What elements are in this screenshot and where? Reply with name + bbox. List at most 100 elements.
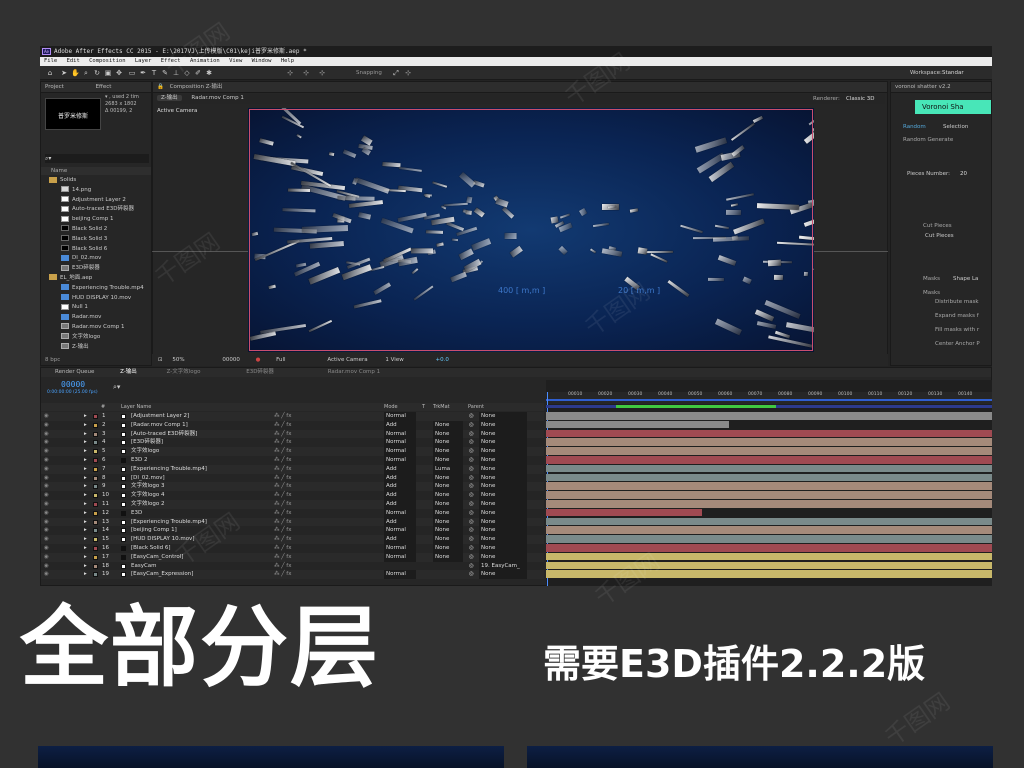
layer-row[interactable]: ◉ ▸ 17 [EasyCam_Control] ⁂ ╱ fx Normal None ◎ No… — [41, 552, 544, 562]
expand-twirl-icon[interactable]: ▸ — [84, 553, 87, 562]
layer-parent-select[interactable]: None — [479, 438, 527, 448]
camera-tool-icon[interactable]: ▣ — [104, 69, 112, 77]
expand-twirl-icon[interactable]: ▸ — [84, 482, 87, 491]
pickwhip-icon[interactable]: ◎ — [469, 544, 474, 553]
layer-duration-bar[interactable] — [546, 491, 992, 499]
pickwhip-icon[interactable]: ◎ — [469, 474, 474, 483]
project-item[interactable]: HUD DISPLAY 10.mov — [43, 294, 151, 304]
label-color-swatch[interactable] — [93, 484, 98, 490]
expand-twirl-icon[interactable]: ▸ — [84, 465, 87, 474]
layer-mode-select[interactable]: Add — [384, 500, 416, 509]
project-item[interactable]: Radar.mov — [43, 313, 151, 323]
layer-mode-select[interactable]: Normal — [384, 438, 416, 448]
layer-mode-select[interactable]: Normal — [384, 508, 416, 518]
rotate-tool-icon[interactable]: ↻ — [93, 69, 101, 77]
timecode-display[interactable]: 00000 — [222, 357, 240, 363]
label-color-swatch[interactable] — [93, 493, 98, 499]
layer-parent-select[interactable]: None — [479, 456, 527, 465]
label-color-swatch[interactable] — [93, 546, 98, 551]
layer-name[interactable]: [Black Solid 6] — [131, 544, 171, 553]
layer-duration-bar[interactable] — [546, 429, 992, 438]
pickwhip-icon[interactable]: ◎ — [469, 491, 474, 500]
project-item[interactable]: Radar.mov Comp 1 — [43, 323, 151, 333]
zoom-tool-icon[interactable]: ⌕ — [82, 69, 90, 77]
layer-mode-select[interactable]: Normal — [384, 544, 416, 553]
layer-name[interactable]: [Radar.mov Comp 1] — [131, 421, 188, 430]
layer-name[interactable]: [beijing Comp 1] — [131, 526, 177, 535]
layer-parent-select[interactable]: None — [479, 544, 527, 553]
layer-row[interactable]: ◉ ▸ 8 [DI_02.mov] ⁂ ╱ fx Add None ◎ None — [41, 473, 544, 483]
label-color-swatch[interactable] — [93, 554, 98, 560]
pickwhip-icon[interactable]: ◎ — [469, 430, 474, 439]
option-center-anchor[interactable]: Center Anchor P — [935, 340, 980, 349]
timeline-search-icon[interactable]: ⌕▾ — [113, 383, 120, 392]
pickwhip-icon[interactable]: ◎ — [469, 421, 474, 430]
expand-twirl-icon[interactable]: ▸ — [84, 544, 87, 553]
layer-trkmat-select[interactable]: None — [433, 473, 463, 483]
visibility-eye-icon[interactable]: ◉ — [44, 438, 49, 447]
layer-switches-icon[interactable]: ⁂ ╱ fx — [274, 491, 292, 500]
views-select[interactable]: 1 View — [385, 357, 403, 363]
project-item[interactable]: beijing Comp 1 — [43, 215, 151, 225]
layer-parent-select[interactable]: 19. EasyCam_ — [479, 561, 527, 571]
voronoi-shatter-button[interactable]: Voronoi Sha — [915, 100, 991, 114]
layer-trkmat-select[interactable]: None — [433, 438, 463, 448]
visibility-eye-icon[interactable]: ◉ — [44, 553, 49, 562]
pan-behind-icon[interactable]: ✥ — [115, 69, 123, 77]
layer-mode-select[interactable]: Add — [384, 473, 416, 483]
label-color-swatch[interactable] — [93, 528, 98, 534]
label-color-swatch[interactable] — [93, 510, 98, 516]
layer-parent-select[interactable]: None — [479, 482, 527, 492]
layer-parent-select[interactable]: None — [479, 508, 527, 518]
time-ruler[interactable]: 00010 00020 00030 00040 00050 00060 00070 00080… — [546, 392, 992, 404]
visibility-eye-icon[interactable]: ◉ — [44, 456, 49, 465]
exposure-value[interactable]: +0.0 — [435, 357, 448, 363]
3d-view-select[interactable]: Active Camera — [327, 357, 367, 363]
layer-trkmat-select[interactable]: None — [433, 535, 463, 544]
label-color-swatch[interactable] — [93, 475, 98, 481]
layer-trkmat-select[interactable]: None — [433, 526, 463, 536]
project-item[interactable]: Experiencing Trouble.mp4 — [43, 284, 151, 294]
project-item[interactable]: 文字效logo — [43, 333, 151, 343]
project-item[interactable]: EL_地面.aep — [43, 274, 151, 284]
layer-duration-bar[interactable] — [546, 500, 992, 508]
col-layer-name[interactable]: Layer Name — [121, 403, 151, 411]
layer-duration-bar[interactable] — [546, 552, 992, 561]
visibility-eye-icon[interactable]: ◉ — [44, 509, 49, 518]
layer-mode-select[interactable]: Normal — [384, 526, 416, 536]
project-item[interactable]: Z-输出 — [43, 343, 151, 353]
pickwhip-icon[interactable]: ◎ — [469, 482, 474, 491]
layer-name[interactable]: EasyCam — [131, 562, 157, 571]
visibility-eye-icon[interactable]: ◉ — [44, 500, 49, 509]
layer-switches-icon[interactable]: ⁂ ╱ fx — [274, 509, 292, 518]
menu-layer[interactable]: Layer — [135, 58, 152, 64]
pickwhip-icon[interactable]: ◎ — [469, 456, 474, 465]
label-color-swatch[interactable] — [93, 449, 98, 455]
pickwhip-icon[interactable]: ◎ — [469, 447, 474, 456]
project-item[interactable]: E3D碎裂器 — [43, 264, 151, 274]
project-item[interactable]: Black Solid 2 — [43, 225, 151, 235]
layer-switches-icon[interactable]: ⁂ ╱ fx — [274, 553, 292, 562]
mask-tool-icon[interactable]: ▭ — [128, 69, 136, 77]
layer-switches-icon[interactable]: ⁂ ╱ fx — [274, 562, 292, 571]
layer-name[interactable]: E3D — [131, 509, 142, 518]
project-column-name[interactable]: Name — [41, 167, 151, 175]
magnification-select[interactable]: 50% — [172, 357, 184, 363]
layer-mode-select[interactable]: Normal — [384, 447, 416, 456]
layer-row[interactable]: ◉ ▸ 12 E3D ⁂ ╱ fx Normal None ◎ None — [41, 508, 544, 518]
expand-twirl-icon[interactable]: ▸ — [84, 518, 87, 527]
layer-parent-select[interactable]: None — [479, 535, 527, 544]
layer-row[interactable]: ◉ ▸ 1 [Adjustment Layer 2] ⁂ ╱ fx Normal ◎ None — [41, 412, 544, 421]
layer-trkmat-select[interactable]: None — [433, 482, 463, 492]
work-area-bar[interactable] — [546, 399, 992, 401]
axis-world-icon[interactable]: ⊹ — [302, 69, 310, 77]
layer-switches-icon[interactable]: ⁂ ╱ fx — [274, 447, 292, 456]
pickwhip-icon[interactable]: ◎ — [469, 412, 474, 421]
comp-subtab-radar[interactable]: Radar.mov Comp 1 — [191, 95, 243, 101]
tab-composition[interactable]: Composition Z-输出 — [170, 84, 223, 90]
label-color-swatch[interactable] — [93, 519, 98, 525]
label-color-swatch[interactable] — [93, 431, 98, 437]
layer-row[interactable]: ◉ ▸ 15 [HUD DISPLAY 10.mov] ⁂ ╱ fx Add None ◎ No… — [41, 535, 544, 544]
visibility-eye-icon[interactable]: ◉ — [44, 562, 49, 571]
layer-trkmat-select[interactable]: None — [433, 544, 463, 553]
